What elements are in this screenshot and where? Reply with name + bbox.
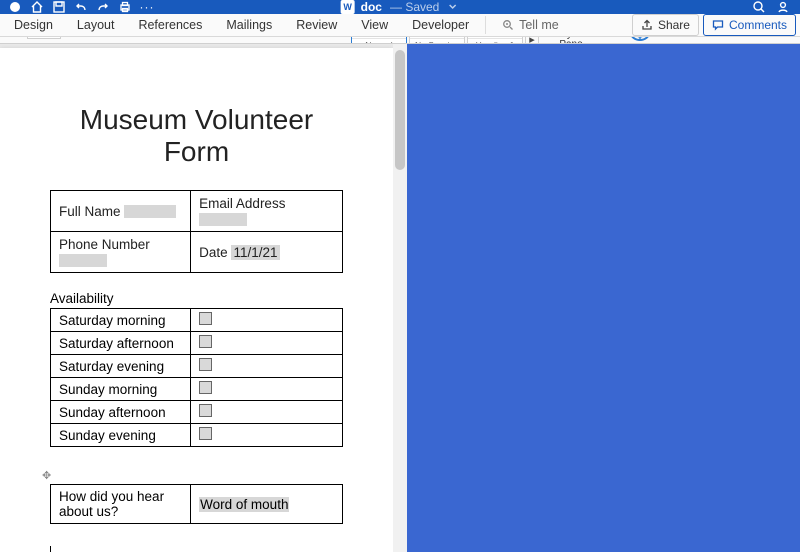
avail-label: Sunday afternoon bbox=[51, 401, 191, 424]
tab-layout[interactable]: Layout bbox=[67, 14, 125, 36]
availability-label: Availability bbox=[50, 291, 343, 306]
text-cursor bbox=[50, 546, 51, 552]
ribbon-toolbar: ▾ 12▾ A▴ A▾ Aa▾ A◇ A▾ ab A 123 A↓ ¶ bbox=[0, 37, 800, 44]
multilevel-list-button[interactable] bbox=[220, 37, 238, 38]
table-row: Sunday evening bbox=[51, 424, 343, 447]
redo-icon[interactable] bbox=[96, 0, 110, 14]
decrease-indent-button[interactable] bbox=[243, 37, 261, 38]
title-bar: ··· W doc — Saved bbox=[0, 0, 800, 14]
email-label: Email Address bbox=[199, 196, 285, 211]
table-row: Full Name Email Address bbox=[51, 191, 343, 232]
style-heading-1[interactable]: AaBbCcDc Heading 1 bbox=[467, 37, 523, 44]
comments-label: Comments bbox=[729, 18, 787, 32]
bullets-button[interactable] bbox=[174, 37, 192, 38]
table-row: Sunday morning bbox=[51, 378, 343, 401]
checkbox-sunday-afternoon[interactable] bbox=[199, 404, 212, 417]
avail-label: Saturday evening bbox=[51, 355, 191, 378]
table-row: Saturday evening bbox=[51, 355, 343, 378]
tab-separator bbox=[485, 16, 486, 34]
desktop-background bbox=[407, 44, 800, 552]
form-title: Museum Volunteer Form bbox=[50, 104, 343, 168]
search-icon[interactable] bbox=[752, 0, 766, 14]
document-name[interactable]: doc bbox=[361, 0, 382, 14]
sort-button[interactable]: A↓ bbox=[289, 37, 307, 38]
save-icon[interactable] bbox=[52, 0, 66, 14]
comments-button[interactable]: Comments bbox=[703, 14, 796, 36]
phone-field[interactable] bbox=[59, 254, 107, 267]
avail-label: Saturday afternoon bbox=[51, 332, 191, 355]
date-label: Date bbox=[199, 245, 228, 260]
tab-view[interactable]: View bbox=[351, 14, 398, 36]
full-name-field[interactable] bbox=[124, 205, 176, 218]
avail-label: Saturday morning bbox=[51, 309, 191, 332]
table-row: Saturday morning bbox=[51, 309, 343, 332]
table-move-handle-icon[interactable]: ✥ bbox=[42, 469, 343, 482]
numbering-button[interactable]: 123 bbox=[197, 37, 215, 38]
share-label: Share bbox=[658, 18, 690, 32]
chevron-down-icon[interactable] bbox=[445, 0, 459, 14]
checkbox-saturday-morning[interactable] bbox=[199, 312, 212, 325]
word-doc-icon: W bbox=[341, 0, 355, 14]
tab-developer[interactable]: Developer bbox=[402, 14, 479, 36]
style-no-spacing[interactable]: AaBbCcDdEe No Spacing bbox=[409, 37, 465, 44]
show-marks-button[interactable]: ¶ bbox=[312, 37, 330, 38]
avail-label: Sunday morning bbox=[51, 378, 191, 401]
share-button[interactable]: Share bbox=[632, 14, 699, 36]
document-page[interactable]: Museum Volunteer Form Full Name Email Ad… bbox=[0, 48, 393, 552]
tab-references[interactable]: References bbox=[128, 14, 212, 36]
home-icon[interactable] bbox=[30, 0, 44, 14]
vertical-scrollbar[interactable] bbox=[393, 44, 407, 552]
font-size-input[interactable]: 12▾ bbox=[27, 37, 61, 39]
grow-font-button[interactable]: A▴ bbox=[66, 37, 84, 38]
style-normal[interactable]: AaBbCcDdEe Normal bbox=[351, 37, 407, 44]
saved-status[interactable]: — Saved bbox=[390, 0, 439, 14]
hear-about-table: How did you hear about us? Word of mouth bbox=[50, 484, 343, 524]
change-case-button[interactable]: Aa▾ bbox=[112, 37, 130, 38]
document-workspace: Museum Volunteer Form Full Name Email Ad… bbox=[0, 44, 800, 552]
mic-icon bbox=[630, 37, 650, 41]
tell-me-search[interactable]: Tell me bbox=[492, 14, 569, 36]
apple-dot-icon bbox=[8, 0, 22, 14]
ribbon-tabs: Design Layout References Mailings Review… bbox=[0, 14, 800, 37]
tell-me-label: Tell me bbox=[519, 18, 559, 32]
clear-formatting-button[interactable]: A◇ bbox=[135, 37, 153, 38]
date-field[interactable]: 11/1/21 bbox=[231, 245, 279, 260]
increase-indent-button[interactable] bbox=[266, 37, 284, 38]
checkbox-saturday-afternoon[interactable] bbox=[199, 335, 212, 348]
contact-table: Full Name Email Address Phone Number Dat… bbox=[50, 190, 343, 273]
checkbox-sunday-morning[interactable] bbox=[199, 381, 212, 394]
scroll-thumb[interactable] bbox=[395, 50, 405, 170]
email-field[interactable] bbox=[199, 213, 247, 226]
overflow-icon[interactable]: ··· bbox=[140, 0, 154, 14]
table-row: How did you hear about us? Word of mouth bbox=[51, 485, 343, 524]
tab-review[interactable]: Review bbox=[286, 14, 347, 36]
tab-mailings[interactable]: Mailings bbox=[216, 14, 282, 36]
availability-table: Saturday morning Saturday afternoon Satu… bbox=[50, 308, 343, 447]
checkbox-saturday-evening[interactable] bbox=[199, 358, 212, 371]
checkbox-sunday-evening[interactable] bbox=[199, 427, 212, 440]
account-icon[interactable] bbox=[776, 0, 790, 14]
print-icon[interactable] bbox=[118, 0, 132, 14]
table-row: Phone Number Date 11/1/21 bbox=[51, 232, 343, 273]
undo-icon[interactable] bbox=[74, 0, 88, 14]
table-row: Sunday afternoon bbox=[51, 401, 343, 424]
tab-design[interactable]: Design bbox=[4, 14, 63, 36]
full-name-label: Full Name bbox=[59, 204, 121, 219]
table-row: Saturday afternoon bbox=[51, 332, 343, 355]
hear-question: How did you hear about us? bbox=[51, 485, 191, 524]
font-dropdown-chevron-icon[interactable]: ▾ bbox=[4, 37, 22, 38]
shrink-font-button[interactable]: A▾ bbox=[89, 37, 107, 38]
hear-answer-field[interactable]: Word of mouth bbox=[199, 497, 289, 512]
avail-label: Sunday evening bbox=[51, 424, 191, 447]
phone-label: Phone Number bbox=[59, 237, 150, 252]
styles-scroll-icon[interactable]: ▸ bbox=[525, 37, 539, 44]
